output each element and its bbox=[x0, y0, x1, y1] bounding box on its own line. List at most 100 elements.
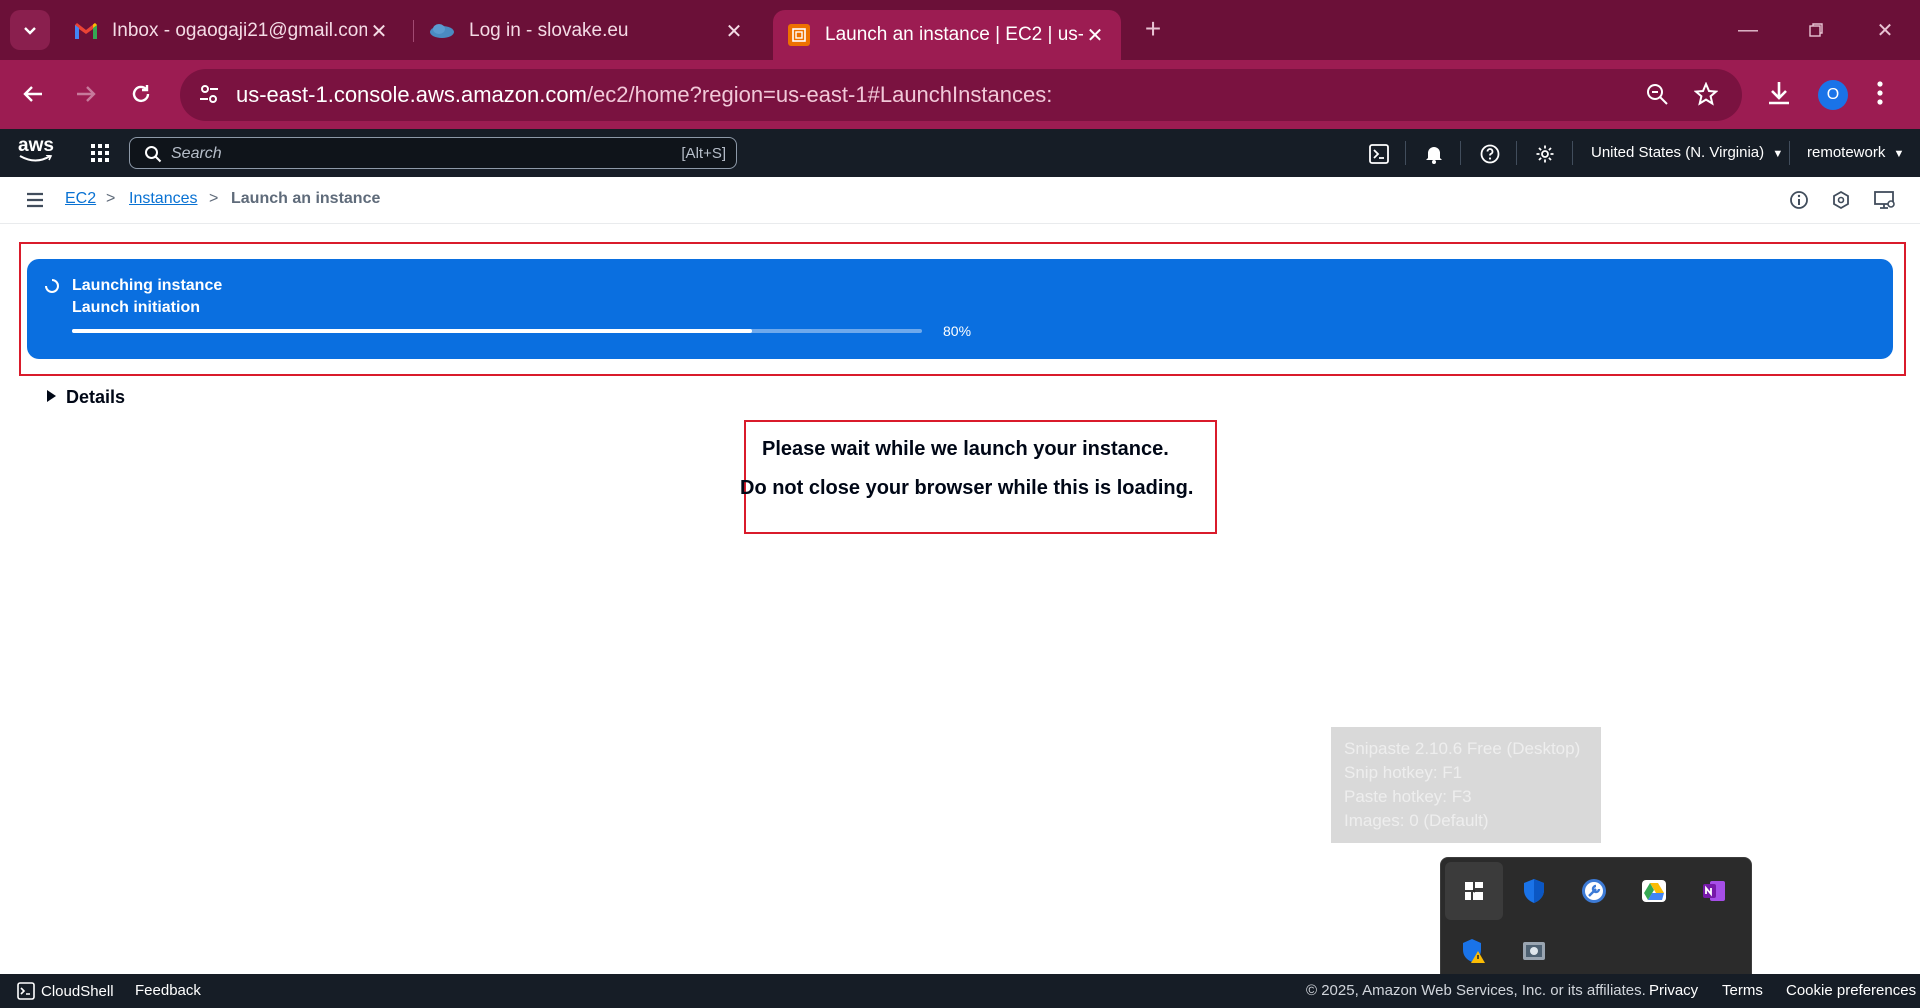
cloud-icon bbox=[429, 23, 455, 39]
close-icon[interactable]: ✕ bbox=[367, 19, 391, 43]
tab-title: Launch an instance | EC2 | us-ea bbox=[825, 24, 1083, 45]
onenote-icon[interactable] bbox=[1685, 862, 1743, 920]
tab-ec2-launch[interactable]: Launch an instance | EC2 | us-ea ✕ bbox=[773, 10, 1121, 60]
reload-button[interactable] bbox=[123, 76, 159, 112]
nav-divider bbox=[1405, 141, 1406, 165]
nav-divider bbox=[1460, 141, 1461, 165]
chevron-right-icon: > bbox=[106, 190, 116, 207]
tab-title: Log in - slovake.eu bbox=[469, 20, 629, 41]
region-selector[interactable]: United States (N. Virginia) ▼ bbox=[1591, 144, 1783, 161]
cloudshell-icon[interactable] bbox=[1366, 141, 1392, 167]
breadcrumb-ec2[interactable]: EC2 bbox=[65, 190, 96, 208]
restore-icon bbox=[1809, 23, 1823, 37]
account-label: remotework bbox=[1807, 144, 1886, 161]
tab-title: Inbox - ogaogaji21@gmail.com bbox=[112, 20, 367, 41]
google-drive-icon[interactable] bbox=[1625, 862, 1683, 920]
url-path: /ec2/home?region=us-east-1#LaunchInstanc… bbox=[586, 82, 1053, 107]
ec2-icon bbox=[787, 23, 811, 47]
reload-icon bbox=[132, 85, 150, 103]
restore-button[interactable] bbox=[1798, 12, 1834, 48]
new-tab-button[interactable]: + bbox=[1138, 13, 1168, 44]
search-icon bbox=[144, 145, 162, 163]
info-icon[interactable] bbox=[1789, 190, 1809, 210]
display-preferences-icon[interactable] bbox=[1874, 190, 1896, 210]
browser-warning-message: Do not close your browser while this is … bbox=[740, 477, 1194, 499]
account-menu[interactable]: remotework ▼ bbox=[1807, 144, 1904, 161]
defender-shield-icon[interactable] bbox=[1505, 862, 1563, 920]
aws-smile-icon bbox=[19, 155, 53, 162]
services-grid-icon[interactable] bbox=[90, 143, 110, 163]
help-icon[interactable] bbox=[1477, 141, 1503, 167]
aws-logo[interactable]: aws bbox=[18, 135, 54, 163]
breadcrumb-current: Launch an instance bbox=[231, 190, 381, 207]
caret-down-icon: ▼ bbox=[1772, 148, 1784, 160]
address-bar[interactable]: us-east-1.console.aws.amazon.com/ec2/hom… bbox=[180, 69, 1742, 121]
progress-percent: 80% bbox=[943, 323, 972, 339]
browser-toolbar: us-east-1.console.aws.amazon.com/ec2/hom… bbox=[0, 60, 1920, 129]
nav-divider bbox=[1572, 141, 1573, 165]
cookie-preferences-link[interactable]: Cookie preferences bbox=[1786, 982, 1916, 999]
minimize-button[interactable]: — bbox=[1730, 12, 1766, 48]
tab-gmail[interactable]: Inbox - ogaogaji21@gmail.com ✕ bbox=[60, 10, 405, 52]
aws-footer: CloudShell Feedback © 2025, Amazon Web S… bbox=[0, 974, 1920, 1008]
tool-wrench-icon[interactable] bbox=[1565, 862, 1623, 920]
caret-right-icon bbox=[47, 390, 56, 402]
download-icon[interactable] bbox=[1766, 80, 1792, 106]
snipaste-line: Paste hotkey: F3 bbox=[1344, 787, 1472, 806]
url-text: us-east-1.console.aws.amazon.com/ec2/hom… bbox=[236, 82, 1052, 108]
feedback-link[interactable]: Feedback bbox=[135, 982, 201, 999]
site-info-icon[interactable] bbox=[198, 83, 220, 105]
loading-spinner-icon bbox=[45, 279, 59, 293]
system-tray-flyout bbox=[1440, 857, 1752, 983]
arrow-right-icon bbox=[77, 86, 96, 102]
notifications-shield-icon[interactable] bbox=[1831, 190, 1851, 210]
profile-avatar[interactable]: O bbox=[1818, 80, 1848, 110]
search-placeholder: Search bbox=[171, 145, 222, 162]
close-icon[interactable]: ✕ bbox=[722, 19, 746, 43]
snipaste-tooltip: Snipaste 2.10.6 Free (Desktop) Snip hotk… bbox=[1331, 727, 1601, 843]
privacy-link[interactable]: Privacy bbox=[1649, 982, 1698, 999]
chevron-down-icon bbox=[24, 27, 36, 35]
terms-link[interactable]: Terms bbox=[1722, 982, 1763, 999]
tab-slovake[interactable]: Log in - slovake.eu ✕ bbox=[415, 10, 760, 52]
settings-gear-icon[interactable] bbox=[1532, 141, 1558, 167]
forward-button[interactable] bbox=[68, 76, 104, 112]
bookmark-star-icon[interactable] bbox=[1694, 82, 1718, 106]
close-window-button[interactable]: ✕ bbox=[1867, 12, 1903, 48]
back-button[interactable] bbox=[15, 76, 51, 112]
copyright-text: © 2025, Amazon Web Services, Inc. or its… bbox=[1306, 982, 1646, 999]
close-icon[interactable]: ✕ bbox=[1083, 23, 1107, 47]
arrow-left-icon bbox=[23, 86, 42, 102]
progress-bar-fill bbox=[72, 329, 752, 333]
details-label: Details bbox=[66, 387, 126, 407]
aws-top-nav: aws Search [Alt+S] United States (N. Vir… bbox=[0, 129, 1920, 177]
zoom-icon[interactable] bbox=[1645, 82, 1669, 106]
cloudshell-footer-button[interactable]: CloudShell bbox=[17, 982, 114, 1000]
snipaste-line: Snip hotkey: F1 bbox=[1344, 763, 1463, 782]
more-menu-icon[interactable] bbox=[1876, 80, 1884, 106]
app-tray-icon[interactable] bbox=[1505, 922, 1563, 980]
chevron-right-icon: > bbox=[209, 190, 219, 207]
region-label: United States (N. Virginia) bbox=[1591, 144, 1765, 161]
notifications-bell-icon[interactable] bbox=[1421, 141, 1447, 167]
wait-message: Please wait while we launch your instanc… bbox=[762, 438, 1169, 460]
nav-divider bbox=[1516, 141, 1517, 165]
browser-tab-strip: Inbox - ogaogaji21@gmail.com ✕ Log in - … bbox=[0, 0, 1920, 60]
search-shortcut: [Alt+S] bbox=[681, 145, 726, 162]
nav-divider bbox=[1789, 141, 1790, 165]
snipaste-line: Snipaste 2.10.6 Free (Desktop) bbox=[1344, 739, 1581, 758]
security-warning-icon[interactable] bbox=[1445, 922, 1503, 980]
flash-title: Launching instance bbox=[72, 277, 223, 294]
launch-progress-flash: Launching instance Launch initiation 80% bbox=[27, 259, 1893, 359]
tab-divider bbox=[413, 20, 414, 42]
details-expander[interactable]: Details bbox=[47, 387, 125, 408]
url-host: us-east-1.console.aws.amazon.com bbox=[236, 82, 587, 107]
hamburger-menu-icon[interactable] bbox=[26, 192, 44, 208]
snipaste-tray-icon[interactable] bbox=[1445, 862, 1503, 920]
tab-search-button[interactable] bbox=[10, 10, 50, 50]
breadcrumb-instances[interactable]: Instances bbox=[129, 190, 197, 208]
aws-search-input[interactable]: Search [Alt+S] bbox=[129, 137, 737, 169]
breadcrumb: EC2 > Instances > Launch an instance bbox=[0, 177, 1920, 224]
aws-logo-text: aws bbox=[18, 135, 54, 156]
cloudshell-icon bbox=[17, 982, 35, 1000]
